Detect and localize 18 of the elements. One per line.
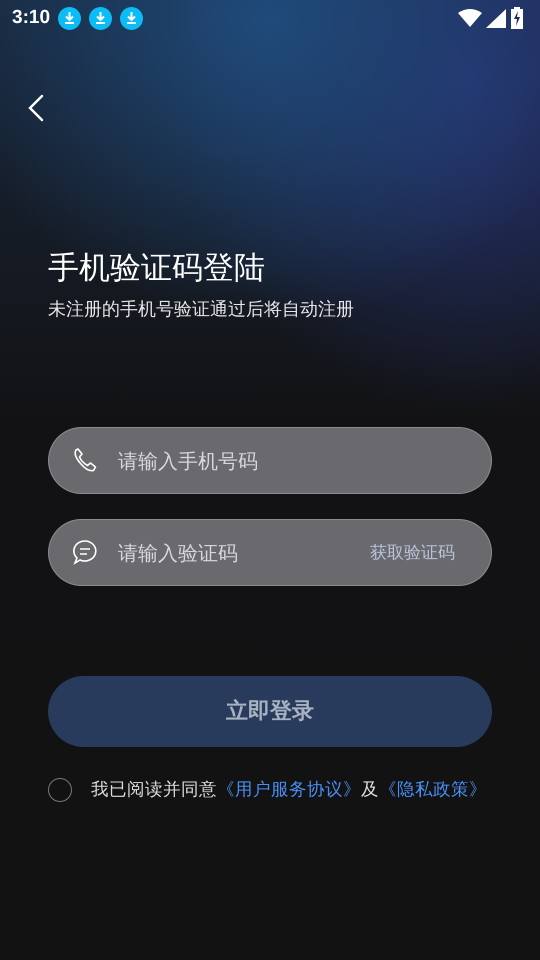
download-icon xyxy=(58,6,82,30)
battery-icon xyxy=(510,7,524,29)
phone-field[interactable]: 请输入手机号码 xyxy=(48,427,492,494)
back-button[interactable] xyxy=(26,94,46,122)
agreement-text: 我已阅读并同意《用户服务协议》及《隐私政策》 xyxy=(91,779,487,802)
agreement-link[interactable]: 《用户服务协议》 xyxy=(217,780,361,800)
page-subtitle: 未注册的手机号验证通过后将自动注册 xyxy=(48,298,355,322)
agree-checkbox[interactable] xyxy=(48,778,72,802)
status-time: 3:10 xyxy=(12,6,50,30)
agreement-link[interactable]: 《隐私政策》 xyxy=(379,780,487,800)
signal-icon xyxy=(486,8,506,28)
download-icon xyxy=(120,6,144,30)
page-title: 手机验证码登陆 xyxy=(48,249,266,288)
get-code-link[interactable]: 获取验证码 xyxy=(370,541,455,567)
message-icon xyxy=(72,539,98,566)
wifi-icon xyxy=(458,9,482,27)
download-icon xyxy=(89,6,112,30)
phone-icon xyxy=(72,447,98,474)
